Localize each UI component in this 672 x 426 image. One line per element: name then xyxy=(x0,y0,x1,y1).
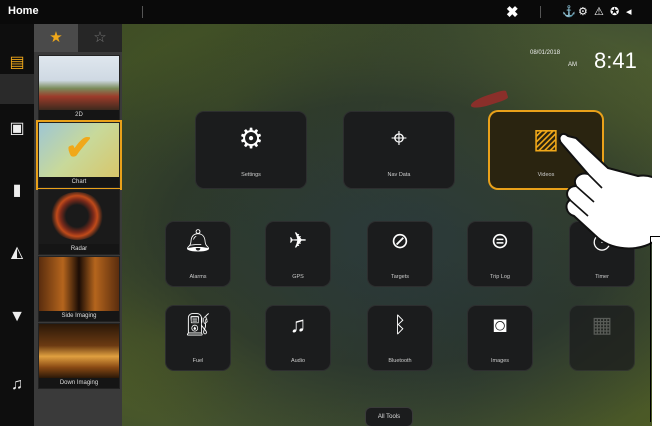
close-icon[interactable]: ✖ xyxy=(506,3,519,21)
boat-image xyxy=(469,89,509,111)
chart-window-icon: ▦ xyxy=(591,312,613,337)
tile-label: Targets xyxy=(390,274,410,280)
alarms-tile[interactable]: 🔔︎ Alarms xyxy=(166,222,230,286)
view-label: Radar xyxy=(39,244,119,254)
targets-tile[interactable]: ⊘ Targets xyxy=(368,222,432,286)
views-icon[interactable]: ▤ xyxy=(6,52,28,74)
chart-icon[interactable]: ▣ xyxy=(6,118,28,140)
gear-icon: ⚙ xyxy=(238,123,264,154)
map-pin-icon: ⌖ xyxy=(391,122,407,153)
view-label: 2D xyxy=(39,110,119,120)
settings-icon: ✪ xyxy=(610,6,620,18)
tile-label: Alarms xyxy=(189,274,207,280)
music-icon[interactable]: ♫ xyxy=(6,374,28,396)
signal-icon: ◂ xyxy=(626,6,632,18)
settings-tile[interactable]: ⚙ Settings xyxy=(196,112,306,188)
date-text: 08/01/2018 xyxy=(530,50,561,56)
home-screen: Home ✖ ⚓ ⚙ ⚠ ✪ ◂ ▤ ▣ ▮ ◭ ▼ ♫ ★ ☆ 2D ✔ Ch… xyxy=(0,0,652,426)
gear-icon: ⚙ xyxy=(578,6,588,18)
view-thumbnail-2d[interactable]: 2D xyxy=(38,55,120,121)
targets-icon: ⊘ xyxy=(390,228,410,253)
trip-log-icon: ⊜ xyxy=(490,228,510,253)
left-rail: ▤ ▣ ▮ ◭ ▼ ♫ xyxy=(0,24,34,426)
view-thumbnail-radar[interactable]: Radar xyxy=(38,189,120,255)
images-tile[interactable]: ◙ Images xyxy=(468,306,532,370)
all-star-icon[interactable]: ☆ xyxy=(78,24,122,52)
hand-shape xyxy=(558,132,652,250)
tile-label: Images xyxy=(490,358,510,364)
trip-log-tile[interactable]: ⊜ Trip Log xyxy=(468,222,532,286)
view-thumbnail-chart[interactable]: ✔ Chart xyxy=(38,122,120,188)
pointing-hand-icon xyxy=(558,132,652,250)
view-label: Down Imaging xyxy=(39,378,119,388)
callout-line xyxy=(650,236,660,237)
callout-line xyxy=(650,236,651,422)
fuel-tile[interactable]: ⛽︎ Fuel xyxy=(166,306,230,370)
checkmark-icon: ✔ xyxy=(65,129,94,167)
fish-finder-icon[interactable]: ▮ xyxy=(6,180,28,202)
view-thumbnail-side-imaging[interactable]: Side Imaging xyxy=(38,256,120,322)
fuel-icon: ⛽︎ xyxy=(184,312,212,337)
person-icon: ⚓ xyxy=(562,6,576,18)
am-pm-text: AM xyxy=(568,62,577,68)
radar-image xyxy=(49,192,105,240)
divider xyxy=(142,6,143,18)
tile-label: Trip Log xyxy=(490,274,510,280)
date-time: 08/01/2018 AM 8:41 xyxy=(530,48,650,78)
all-tools-button[interactable]: All Tools xyxy=(366,408,412,426)
view-label: Side Imaging xyxy=(39,311,119,321)
tile-label: Timer xyxy=(595,274,609,280)
clock-time: 8:41 xyxy=(594,48,637,73)
view-label: Chart xyxy=(39,177,119,187)
favorites-panel: ★ ☆ 2D ✔ Chart Radar Side Imaging Down I… xyxy=(34,24,122,426)
tile-label: Audio xyxy=(290,358,306,364)
bell-icon: 🔔︎ xyxy=(184,228,212,253)
page-title: Home xyxy=(8,5,39,17)
motor-icon[interactable]: ▼ xyxy=(6,306,28,328)
camera-icon: ◙ xyxy=(493,312,507,337)
tile-label: Nav Data xyxy=(387,172,411,178)
tile-label: Fuel xyxy=(192,358,204,364)
side-imaging-image xyxy=(39,257,119,311)
audio-tile[interactable]: ♫ Audio xyxy=(266,306,330,370)
warning-icon: ⚠ xyxy=(594,6,604,18)
view-thumbnail-down-imaging[interactable]: Down Imaging xyxy=(38,323,120,389)
music-note-icon: ♫ xyxy=(289,312,307,337)
nav-data-tile[interactable]: ⌖ Nav Data xyxy=(344,112,454,188)
bluetooth-icon: ᛒ xyxy=(393,312,407,337)
rail-active-indicator xyxy=(0,74,34,104)
tile-label: GPS xyxy=(292,274,304,280)
tile-label: Bluetooth xyxy=(388,358,412,364)
bluetooth-tile[interactable]: ᛒ Bluetooth xyxy=(368,306,432,370)
tile-label: Settings xyxy=(241,172,261,178)
gps-tile[interactable]: ✈ GPS xyxy=(266,222,330,286)
divider xyxy=(540,6,541,18)
top-bar: Home ✖ ⚓ ⚙ ⚠ ✪ ◂ xyxy=(0,0,652,24)
down-imaging-image xyxy=(39,324,119,378)
satellite-icon: ✈ xyxy=(288,228,308,253)
chart-window-tile[interactable]: ▦ xyxy=(570,306,634,370)
navigation-icon[interactable]: ◭ xyxy=(6,242,28,264)
favorites-star-icon[interactable]: ★ xyxy=(34,24,78,52)
sonar-image xyxy=(39,56,119,110)
